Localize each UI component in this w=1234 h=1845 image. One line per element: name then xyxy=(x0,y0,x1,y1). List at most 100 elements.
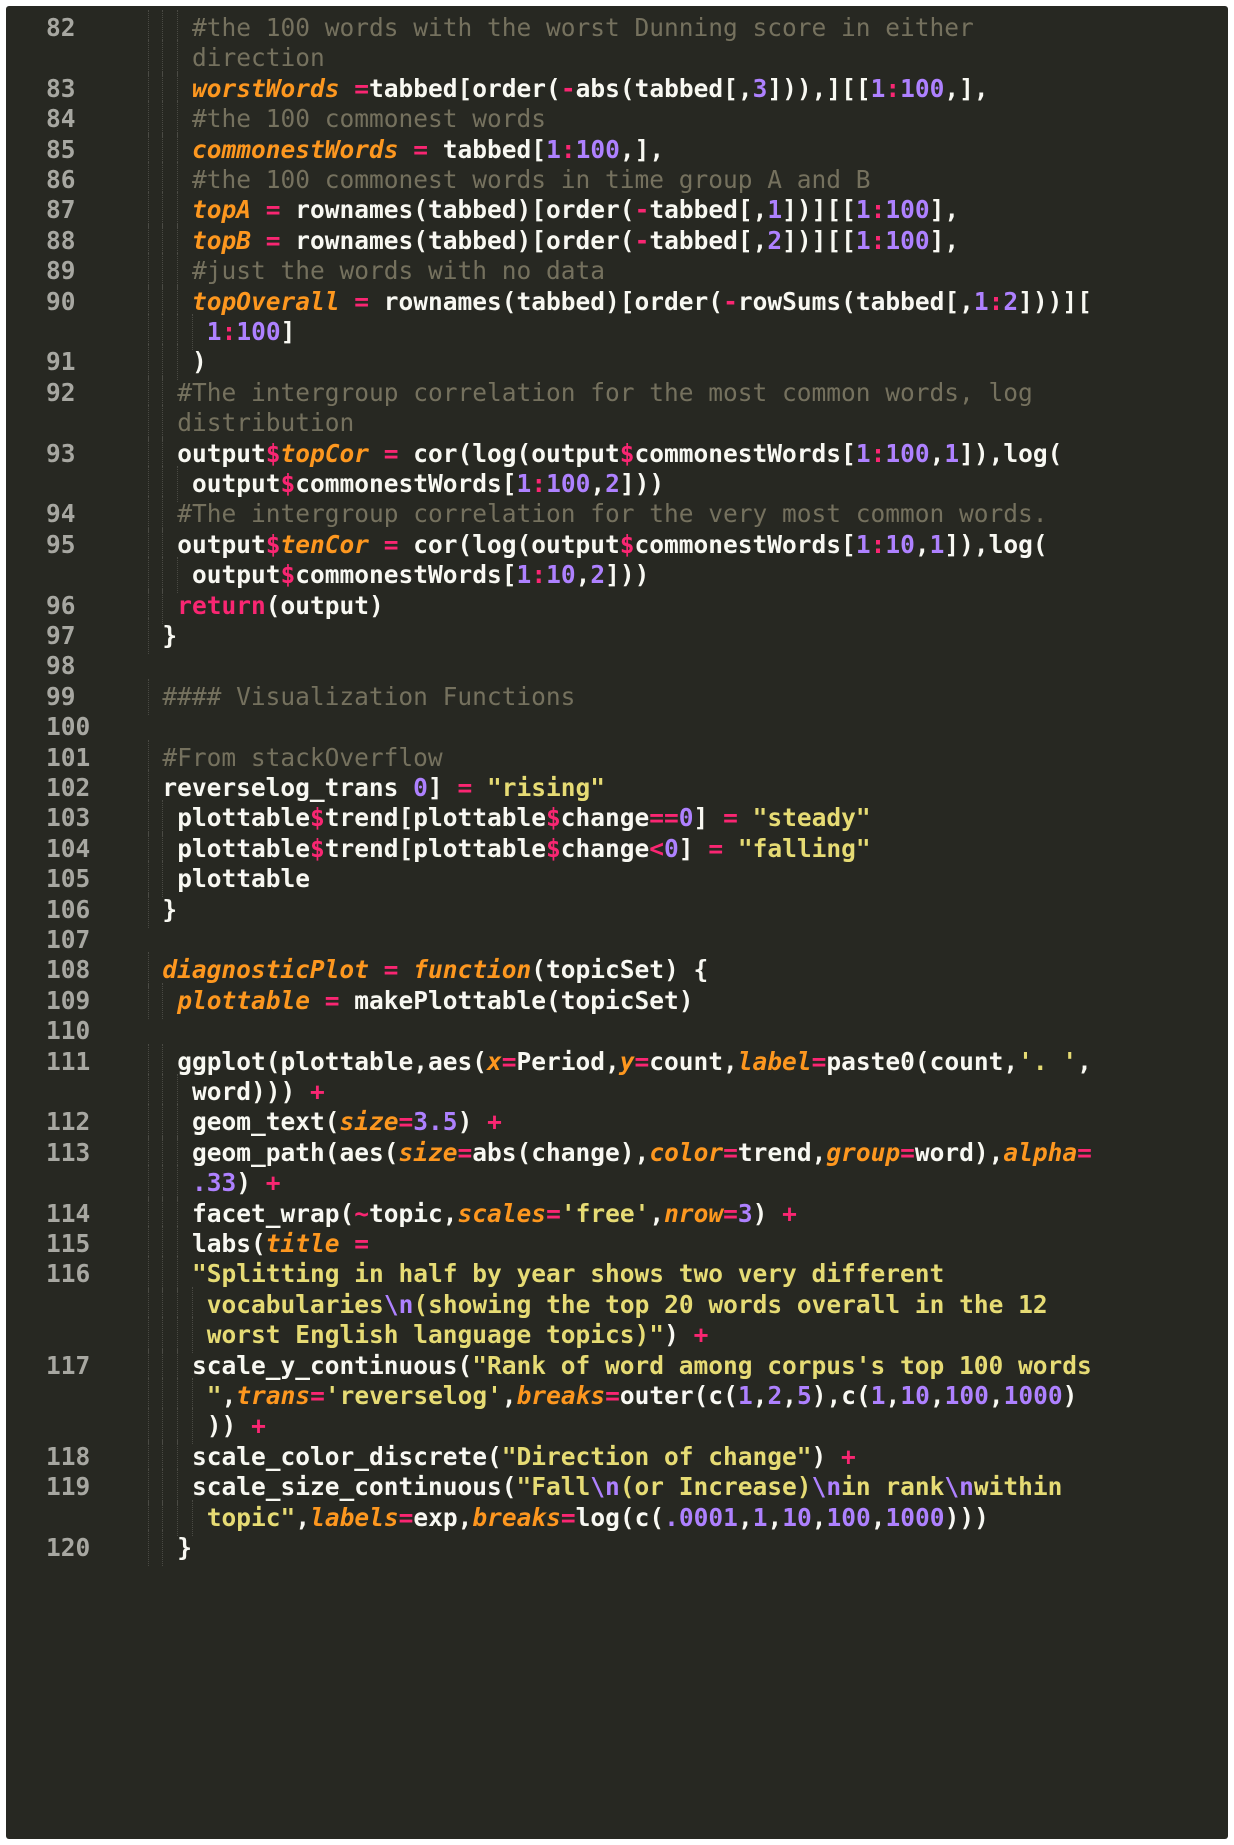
token-num: 2 xyxy=(1003,286,1019,316)
token-num: 1 xyxy=(870,1381,886,1410)
token-as: + xyxy=(693,1320,709,1350)
token-num: 0 xyxy=(678,803,694,833)
token-pl: , xyxy=(929,438,945,468)
token-num: 0 xyxy=(664,833,679,863)
token-pl: reverselog_trans xyxy=(162,773,414,802)
token-pl: ]))][ xyxy=(1018,286,1092,316)
token-as: + xyxy=(782,1198,797,1228)
token-num: 1 xyxy=(752,1502,768,1532)
token-pl: paste0(count, xyxy=(826,1046,1019,1076)
code-line[interactable]: 120} xyxy=(6,1530,1228,1566)
token-var: plottable xyxy=(177,985,310,1015)
token-pl: , xyxy=(914,529,930,559)
token-pl: } xyxy=(162,894,178,924)
token-pl: output xyxy=(192,560,281,590)
token-pl: , xyxy=(501,1381,517,1410)
token-as: $ xyxy=(545,833,561,863)
token-str: "Direction of change" xyxy=(501,1441,812,1471)
token-num: 2 xyxy=(767,225,783,255)
token-var: title xyxy=(265,1229,340,1258)
token-var: topOverall xyxy=(192,286,340,316)
token-pl: tabbed[, xyxy=(649,225,768,255)
token-pl: ) xyxy=(752,1198,783,1228)
token-num: 1 xyxy=(855,438,871,468)
token-as: $ xyxy=(280,560,296,590)
token-num: .0001 xyxy=(664,1502,738,1532)
token-num: 1 xyxy=(546,134,561,164)
token-pl: geom_text( xyxy=(192,1107,340,1137)
token-as: $ xyxy=(545,803,561,833)
token-cm: #The intergroup correlation for the most… xyxy=(177,377,1033,407)
token-as: < xyxy=(649,833,665,863)
token-pl: scale_y_continuous( xyxy=(192,1350,473,1380)
token-num: 100 xyxy=(546,469,591,498)
token-str: topic" xyxy=(206,1502,296,1532)
token-pl: commonestWords[ xyxy=(634,438,856,468)
token-var: function xyxy=(413,955,532,985)
token-pl: scale_color_discrete( xyxy=(192,1441,502,1471)
token-num: 10 xyxy=(546,560,576,590)
token-cm: #The intergroup correlation for the very… xyxy=(177,499,1048,529)
token-pl: commonestWords[ xyxy=(295,469,517,498)
token-num: 1 xyxy=(929,529,945,559)
token-pl: } xyxy=(162,621,178,650)
indent-guide xyxy=(147,1530,149,1566)
token-num: 3 xyxy=(737,1198,753,1228)
token-var: topA xyxy=(192,195,252,225)
token-cm: distribution xyxy=(177,408,355,438)
token-as: : xyxy=(221,317,237,346)
token-str: '. ' xyxy=(1018,1046,1078,1076)
token-pl: rownames(tabbed)[order( xyxy=(280,225,635,255)
token-as: : xyxy=(531,560,547,590)
token-pl: ] xyxy=(693,803,724,833)
token-pl: change xyxy=(560,833,650,863)
token-num: \n xyxy=(811,1472,842,1502)
token-num: 1 xyxy=(855,529,871,559)
token-var: breaks xyxy=(516,1381,606,1410)
token-cm: #the 100 commonest words xyxy=(192,104,547,134)
token-pl: trend[plottable xyxy=(324,833,546,863)
token-num: 3.5 xyxy=(413,1107,458,1137)
token-pl: commonestWords[ xyxy=(634,529,856,559)
token-cm: #From stackOverflow xyxy=(162,742,443,772)
token-as: - xyxy=(634,225,650,255)
token-as: = xyxy=(398,1107,414,1137)
token-pl: rowSums(tabbed[, xyxy=(737,286,974,316)
token-pl: ])][[ xyxy=(782,225,856,255)
token-pl: scale_size_continuous( xyxy=(192,1472,517,1502)
token-num: 1 xyxy=(855,195,871,225)
token-as: : xyxy=(870,195,886,225)
token-str: "rising" xyxy=(486,773,605,802)
token-pl: ])),][[ xyxy=(767,73,871,103)
token-pl: ])][[ xyxy=(782,195,856,225)
token-pl: ))) xyxy=(944,1502,989,1532)
token-pl: ] xyxy=(280,317,296,346)
token-var: size xyxy=(398,1137,458,1167)
token-num: 1000 xyxy=(1003,1381,1063,1410)
token-as: + xyxy=(841,1441,856,1471)
token-pl: abs(tabbed[, xyxy=(575,73,753,103)
token-pl: (topicSet) { xyxy=(531,955,709,985)
token-pl: ,], xyxy=(619,134,665,164)
token-str: (showing the top 20 words overall in the… xyxy=(413,1289,1048,1319)
token-as: : xyxy=(870,529,886,559)
token-num: 100 xyxy=(885,438,930,468)
code-editor[interactable]: 82 #the 100 words with the worst Dunning … xyxy=(6,6,1228,1839)
token-pl: tabbed[ xyxy=(428,134,547,164)
token-num: 100 xyxy=(885,195,930,225)
token-pl: , xyxy=(988,1381,1004,1410)
token-var: commonestWords xyxy=(192,134,399,164)
token-pl: ggplot(plottable,aes( xyxy=(177,1046,487,1076)
token-str: "Rank of word among corpus's top 100 wor… xyxy=(472,1350,1092,1380)
token-pl: ,], xyxy=(944,73,989,103)
token-as: = xyxy=(900,1137,915,1167)
token-pl: ) xyxy=(457,1107,488,1137)
